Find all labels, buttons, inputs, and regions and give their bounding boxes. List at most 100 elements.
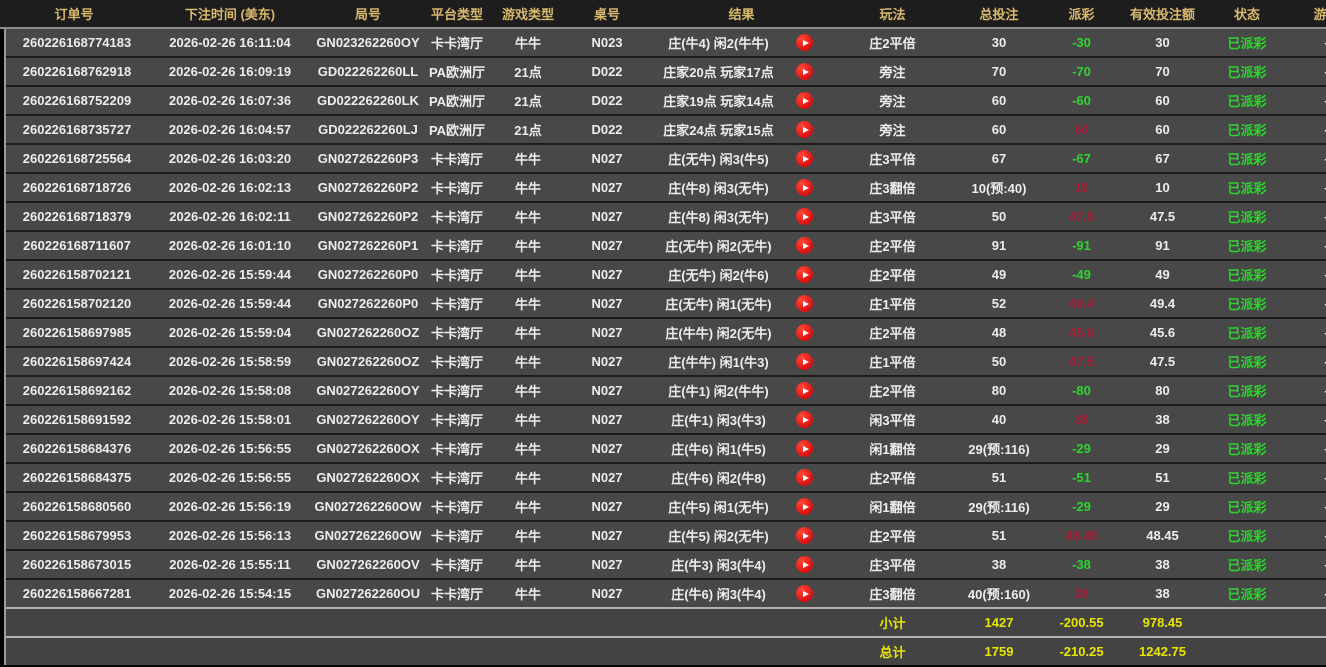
cell-payout: -30	[1048, 29, 1115, 56]
cell-total-bet: 30	[950, 29, 1048, 56]
cell-valid-bet: 29	[1115, 435, 1210, 462]
cell-total-bet: 49	[950, 261, 1048, 288]
cell-total-bet: 38	[950, 551, 1048, 578]
cell-payout: -29	[1048, 435, 1115, 462]
cell-valid-bet: 47.5	[1115, 348, 1210, 375]
cell-round: GN027262260OX	[312, 464, 424, 491]
cell-time: 2026-02-26 16:03:20	[148, 145, 312, 172]
cell-total-bet: 29(预:116)	[950, 493, 1048, 520]
cell-time: 2026-02-26 16:09:19	[148, 58, 312, 85]
cell-result: 庄(无牛) 闲2(无牛)	[648, 232, 835, 259]
play-icon[interactable]	[796, 266, 813, 283]
cell-total-bet: 67	[950, 145, 1048, 172]
result-text: 庄(牛6) 闲3(牛4)	[648, 584, 789, 603]
play-icon[interactable]	[796, 92, 813, 109]
cell-payout: 19	[1048, 174, 1115, 201]
play-icon[interactable]	[796, 34, 813, 51]
play-icon[interactable]	[796, 237, 813, 254]
cell-play-method: 旁注	[835, 87, 950, 114]
cell-extra: -	[1284, 174, 1326, 201]
result-text: 庄家20点 玩家17点	[648, 62, 789, 81]
cell-result: 庄(牛8) 闲3(无牛)	[648, 174, 835, 201]
cell-platform: 卡卡湾厅	[424, 319, 490, 346]
play-icon[interactable]	[796, 121, 813, 138]
cell-extra: -	[1284, 464, 1326, 491]
play-icon[interactable]	[796, 469, 813, 486]
cell-game-type: 牛牛	[490, 145, 566, 172]
cell-time: 2026-02-26 16:01:10	[148, 232, 312, 259]
cell-result: 庄(牛1) 闲3(牛3)	[648, 406, 835, 433]
play-icon[interactable]	[796, 63, 813, 80]
play-icon[interactable]	[796, 556, 813, 573]
cell-total-bet: 29(预:116)	[950, 435, 1048, 462]
table-rows: 2602261687741832026-02-26 16:11:04GN0232…	[6, 29, 1326, 607]
cell-round: GN027262260OZ	[312, 348, 424, 375]
cell-table-no: N027	[566, 435, 648, 462]
play-icon[interactable]	[796, 527, 813, 544]
result-text: 庄(牛8) 闲3(无牛)	[648, 178, 789, 197]
subtotal-total-bet: 1427	[950, 609, 1048, 636]
cell-table-no: N027	[566, 290, 648, 317]
play-icon[interactable]	[796, 179, 813, 196]
cell-play-method: 旁注	[835, 58, 950, 85]
col-header-order: 订单号	[0, 0, 148, 27]
cell-order: 260226158684375	[6, 464, 148, 491]
cell-time: 2026-02-26 15:59:44	[148, 290, 312, 317]
cell-play-method: 闲1翻倍	[835, 493, 950, 520]
result-text: 庄(牛3) 闲3(牛4)	[648, 555, 789, 574]
play-icon[interactable]	[796, 440, 813, 457]
cell-game-type: 牛牛	[490, 377, 566, 404]
play-icon[interactable]	[796, 324, 813, 341]
cell-order: 260226168711607	[6, 232, 148, 259]
cell-table-no: N027	[566, 232, 648, 259]
play-icon[interactable]	[796, 353, 813, 370]
cell-game-type: 牛牛	[490, 203, 566, 230]
result-text: 庄(牛5) 闲1(无牛)	[648, 497, 789, 516]
grand-total-valid-bet: 1242.75	[1115, 638, 1210, 665]
cell-result: 庄(牛1) 闲2(牛牛)	[648, 377, 835, 404]
cell-play-method: 庄1平倍	[835, 348, 950, 375]
cell-table-no: N027	[566, 580, 648, 607]
cell-platform: 卡卡湾厅	[424, 464, 490, 491]
cell-valid-bet: 49	[1115, 261, 1210, 288]
cell-status: 已派彩	[1210, 580, 1284, 607]
table-row: 2602261687183792026-02-26 16:02:11GN0272…	[6, 203, 1326, 232]
cell-table-no: N027	[566, 348, 648, 375]
cell-status: 已派彩	[1210, 290, 1284, 317]
cell-play-method: 庄2平倍	[835, 377, 950, 404]
cell-table-no: D022	[566, 116, 648, 143]
cell-extra: -	[1284, 261, 1326, 288]
cell-payout: 49.4	[1048, 290, 1115, 317]
cell-platform: 卡卡湾厅	[424, 348, 490, 375]
play-icon[interactable]	[796, 498, 813, 515]
cell-result: 庄(牛6) 闲3(牛4)	[648, 580, 835, 607]
col-header-game: 游戏	[1284, 0, 1326, 27]
cell-result: 庄(牛牛) 闲2(无牛)	[648, 319, 835, 346]
cell-status: 已派彩	[1210, 203, 1284, 230]
play-icon[interactable]	[796, 382, 813, 399]
cell-status: 已派彩	[1210, 493, 1284, 520]
cell-extra: -	[1284, 435, 1326, 462]
table-row: 2602261586843752026-02-26 15:56:55GN0272…	[6, 464, 1326, 493]
result-text: 庄(牛1) 闲2(牛牛)	[648, 381, 789, 400]
play-icon[interactable]	[796, 585, 813, 602]
cell-extra: -	[1284, 203, 1326, 230]
col-header-table-no: 桌号	[566, 0, 648, 27]
cell-play-method: 庄2平倍	[835, 29, 950, 56]
cell-order: 260226158702121	[6, 261, 148, 288]
cell-extra: -	[1284, 87, 1326, 114]
table-row: 2602261687357272026-02-26 16:04:57GD0222…	[6, 116, 1326, 145]
bet-records-table: 订单号 下注时间 (美东) 局号 平台类型 游戏类型 桌号 结果 玩法 总投注 …	[0, 0, 1326, 667]
play-icon[interactable]	[796, 208, 813, 225]
table-row: 2602261586805602026-02-26 15:56:19GN0272…	[6, 493, 1326, 522]
result-text: 庄(无牛) 闲3(牛5)	[648, 149, 789, 168]
play-icon[interactable]	[796, 295, 813, 312]
cell-total-bet: 50	[950, 348, 1048, 375]
play-icon[interactable]	[796, 411, 813, 428]
cell-round: GN027262260P2	[312, 203, 424, 230]
cell-extra: -	[1284, 348, 1326, 375]
play-icon[interactable]	[796, 150, 813, 167]
result-text: 庄(牛5) 闲2(无牛)	[648, 526, 789, 545]
cell-platform: 卡卡湾厅	[424, 377, 490, 404]
cell-payout: -70	[1048, 58, 1115, 85]
